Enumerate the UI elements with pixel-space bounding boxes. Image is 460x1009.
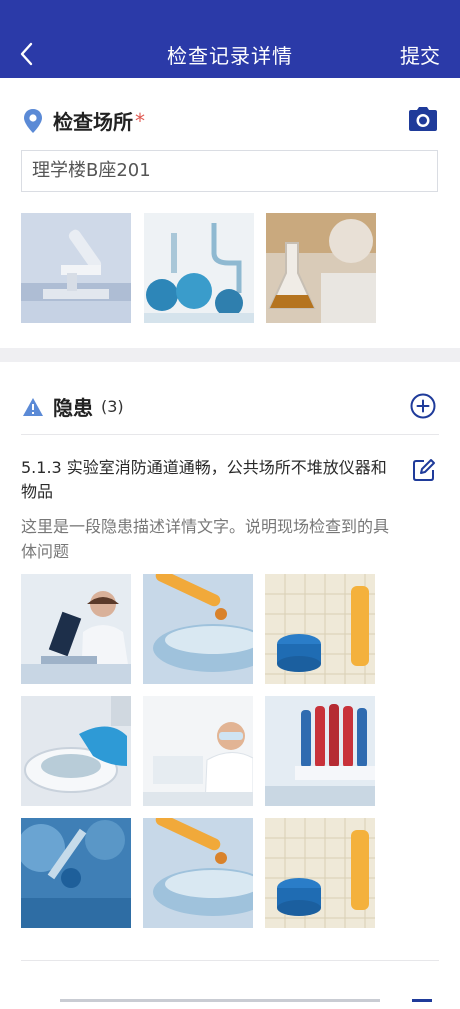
hazard-photo-7[interactable] [21,818,131,928]
hazard-photo-4[interactable] [21,696,131,806]
hazard-photo-5[interactable] [143,696,253,806]
hazard-photo-6[interactable] [265,696,375,806]
location-photo-3[interactable] [266,213,376,323]
hazard-item-description: 这里是一段隐患描述详情文字。说明现场检查到的具体问题 [21,517,390,561]
pipette-drop-photo [143,574,253,684]
hazards-heading: 隐患 (3) [22,392,124,421]
edit-hazard-button[interactable] [412,458,436,486]
submit-button[interactable]: 提交 [400,40,440,69]
plus-circle-icon [410,393,436,419]
pipette-drop-photo [143,818,253,928]
hazards-label: 隐患 [53,396,93,420]
microscope-photo [21,213,131,323]
periodic-table-vial-photo [265,574,375,684]
scientist-microscope-photo [21,574,131,684]
hazards-count: (3) [101,397,124,416]
location-pin-icon [24,108,42,133]
section-separator [0,348,460,362]
hazard-item-title: 5.1.3 实验室消防通道通畅，公共场所不堆放仪器和物品 [21,458,387,501]
camera-icon [409,107,437,131]
hazards-divider [21,434,439,435]
hazard-item-divider [21,960,439,961]
next-hazard-item-partial [0,990,460,1002]
hazard-photo-8[interactable] [143,818,253,928]
location-photo-2[interactable] [144,213,254,323]
location-input[interactable]: 理学楼B座201 [21,150,438,192]
hazard-photo-9[interactable] [265,818,375,928]
glass-dropper-photo [21,818,131,928]
location-label: 检查场所 [53,110,133,134]
page-title: 检查记录详情 [167,44,293,68]
app-header: 检查记录详情 提交 [0,0,460,78]
add-hazard-button[interactable] [410,393,436,423]
periodic-table-vial-photo [265,818,375,928]
location-heading: 检查场所 * [22,106,145,135]
hazard-photo-3[interactable] [265,574,375,684]
hazard-photo-1[interactable] [21,574,131,684]
scientist-flask-photo [266,213,376,323]
scientist-goggles-photo [143,696,253,806]
glass-flasks-photo [144,213,254,323]
hazard-photo-2[interactable] [143,574,253,684]
camera-button[interactable] [408,106,438,136]
required-mark: * [135,108,145,133]
warning-icon [23,397,43,416]
location-photo-1[interactable] [21,213,131,323]
test-tube-rack-photo [265,696,375,806]
edit-icon [413,459,435,481]
petri-dish-photo [21,696,131,806]
